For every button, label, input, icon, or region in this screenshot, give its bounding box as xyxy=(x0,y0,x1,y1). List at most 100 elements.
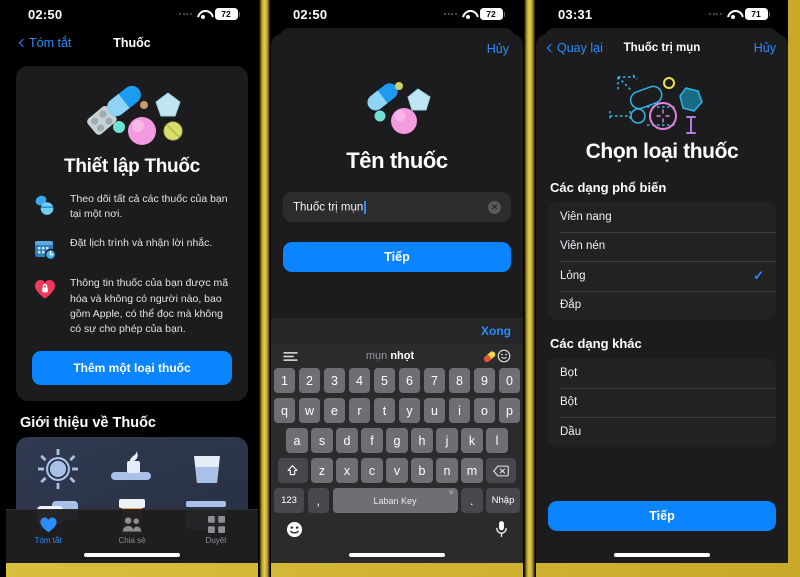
heart-icon xyxy=(39,516,58,533)
tab-sharing[interactable]: Chia sẻ xyxy=(90,516,174,545)
key-m[interactable]: m xyxy=(461,458,483,483)
key-0[interactable]: 0 xyxy=(498,368,521,393)
key-7[interactable]: 7 xyxy=(423,368,446,393)
smiley-outline-icon[interactable] xyxy=(497,349,511,363)
key-d[interactable]: d xyxy=(336,428,358,453)
key-b[interactable]: b xyxy=(411,458,433,483)
sun-icon xyxy=(32,449,84,490)
suggestion-bar: mụn nhọt xyxy=(274,344,520,368)
tab-sharing-label: Chia sẻ xyxy=(118,536,146,545)
key-j[interactable]: j xyxy=(436,428,458,453)
add-medication-button[interactable]: Thêm một loại thuốc xyxy=(32,351,232,386)
tab-summary[interactable]: Tóm tắt xyxy=(6,516,90,545)
key-1[interactable]: 1 xyxy=(273,368,296,393)
panel-divider xyxy=(523,0,536,577)
key-p[interactable]: p xyxy=(498,398,521,423)
home-indicator[interactable] xyxy=(349,553,445,557)
numeric-switch-key[interactable]: 123 xyxy=(274,488,304,513)
suggestion-candidates[interactable]: mụn nhọt xyxy=(298,350,482,362)
chevron-left-icon xyxy=(18,38,28,48)
key-6[interactable]: 6 xyxy=(398,368,421,393)
key-8[interactable]: 8 xyxy=(448,368,471,393)
key-g[interactable]: g xyxy=(386,428,408,453)
home-indicator[interactable] xyxy=(614,553,710,557)
list-item[interactable]: Bọt xyxy=(548,358,776,388)
common-forms-list: Viên nang Viên nén Lỏng ✓ Đắp xyxy=(548,202,776,320)
tab-browse[interactable]: Duyệt xyxy=(174,516,258,545)
list-item[interactable]: Viên nang xyxy=(548,202,776,232)
list-item-label: Viên nang xyxy=(560,210,612,223)
list-item[interactable]: Đắp xyxy=(548,290,776,321)
list-lines-icon[interactable] xyxy=(283,351,298,362)
list-item-label: Viên nén xyxy=(560,240,606,253)
next-button[interactable]: Tiếp xyxy=(548,501,776,531)
space-key[interactable]: Laban Key vi xyxy=(332,488,458,513)
key-v[interactable]: v xyxy=(386,458,408,483)
done-button[interactable]: Xong xyxy=(481,324,511,338)
medication-name-value: Thuốc trị mụn xyxy=(293,200,482,214)
key-h[interactable]: h xyxy=(411,428,433,453)
cellular-dots-icon xyxy=(709,13,722,15)
home-indicator[interactable] xyxy=(84,553,180,557)
list-item-label: Dầu xyxy=(560,425,582,438)
panel-3-body: Quay lại Thuốc trị mụn Hủy Chọn loại thu… xyxy=(536,28,788,563)
medication-type-sheet: Quay lại Thuốc trị mụn Hủy Chọn loại thu… xyxy=(536,34,788,563)
key-r[interactable]: r xyxy=(348,398,371,423)
key-x[interactable]: x xyxy=(336,458,358,483)
key-c[interactable]: c xyxy=(361,458,383,483)
key-s[interactable]: s xyxy=(311,428,333,453)
key-period[interactable]: . xyxy=(461,488,483,513)
key-t[interactable]: t xyxy=(373,398,396,423)
calendar-clock-icon xyxy=(32,236,58,262)
microphone-icon[interactable] xyxy=(495,520,508,538)
emoji-face-icon[interactable] xyxy=(286,521,303,538)
key-k[interactable]: k xyxy=(461,428,483,453)
key-f[interactable]: f xyxy=(361,428,383,453)
key-o[interactable]: o xyxy=(473,398,496,423)
setup-title: Thiết lập Thuốc xyxy=(64,156,200,177)
key-i[interactable]: i xyxy=(448,398,471,423)
key-comma[interactable]: , xyxy=(307,488,329,513)
key-n[interactable]: n xyxy=(436,458,458,483)
clear-circle-icon[interactable]: ✕ xyxy=(488,200,501,214)
list-item[interactable]: Viên nén xyxy=(548,231,776,262)
water-glass-icon xyxy=(180,449,232,489)
key-a[interactable]: a xyxy=(286,428,308,453)
key-y[interactable]: y xyxy=(398,398,421,423)
key-l[interactable]: l xyxy=(486,428,508,453)
key-w[interactable]: w xyxy=(298,398,321,423)
medication-name-input[interactable]: Thuốc trị mụn ✕ xyxy=(283,192,511,222)
key-5[interactable]: 5 xyxy=(373,368,396,393)
next-button[interactable]: Tiếp xyxy=(283,242,511,272)
wifi-icon xyxy=(727,9,740,19)
list-item[interactable]: Bột xyxy=(548,387,776,418)
key-2[interactable]: 2 xyxy=(298,368,321,393)
key-z[interactable]: z xyxy=(311,458,333,483)
key-e[interactable]: e xyxy=(323,398,346,423)
shift-icon[interactable] xyxy=(277,458,308,483)
key-3[interactable]: 3 xyxy=(323,368,346,393)
back-button-label: Quay lại xyxy=(557,41,603,55)
back-button[interactable]: Tóm tắt xyxy=(18,36,71,50)
list-item[interactable]: Dầu xyxy=(548,417,776,447)
enter-key[interactable]: Nhập xyxy=(486,488,520,513)
pill-emoji[interactable] xyxy=(482,350,497,363)
on-screen-keyboard: mụn nhọt 1 2 3 4 5 6 7 8 9 0 q w e r t y… xyxy=(271,344,523,563)
cancel-button[interactable]: Hủy xyxy=(754,41,776,55)
back-button[interactable]: Quay lại xyxy=(546,41,603,55)
key-4[interactable]: 4 xyxy=(348,368,371,393)
sheet-footer: Tiếp xyxy=(536,491,788,563)
group-heading-common: Các dạng phổ biến xyxy=(550,180,667,195)
sheet-toolbar: Hủy xyxy=(271,34,523,64)
cancel-button[interactable]: Hủy xyxy=(487,42,509,56)
key-9[interactable]: 9 xyxy=(473,368,496,393)
list-item[interactable]: Lỏng ✓ xyxy=(548,261,776,291)
backspace-icon[interactable] xyxy=(486,458,517,483)
feature-text: Theo dõi tất cả các thuốc của bạn tại mộ… xyxy=(70,193,228,221)
key-q[interactable]: q xyxy=(273,398,296,423)
wifi-icon xyxy=(197,9,210,19)
battery-icon: 72 xyxy=(479,8,505,20)
key-u[interactable]: u xyxy=(423,398,446,423)
cellular-dots-icon xyxy=(444,13,457,15)
status-time: 03:31 xyxy=(558,6,593,22)
